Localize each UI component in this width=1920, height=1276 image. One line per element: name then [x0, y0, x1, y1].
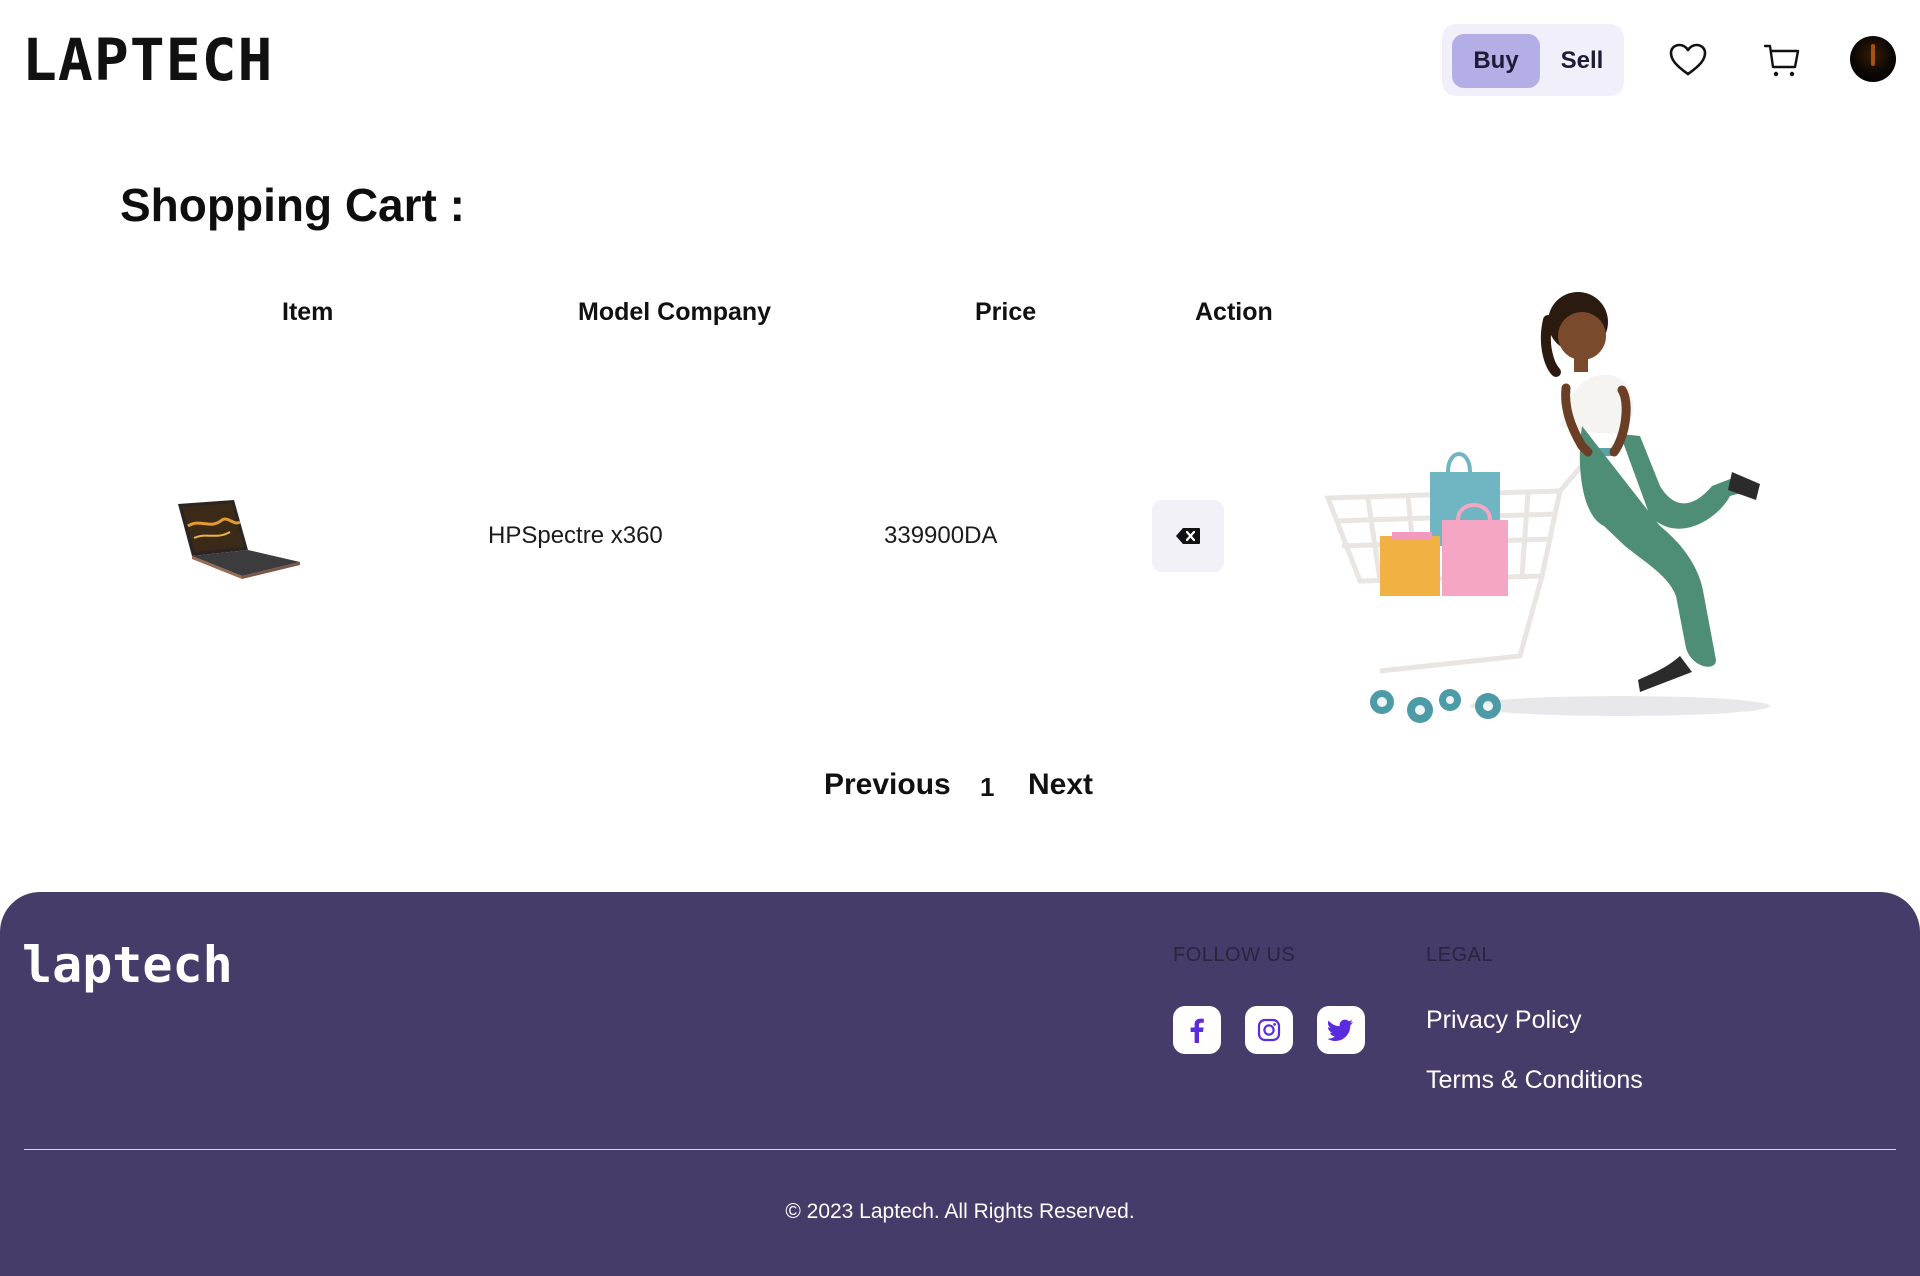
heart-icon[interactable] [1664, 36, 1712, 84]
copyright-text: © 2023 Laptech. All Rights Reserved. [785, 1200, 1135, 1223]
previous-page-button[interactable]: Previous [824, 768, 951, 802]
item-price: 339900DA [884, 522, 998, 549]
table-row: HPSpectre x360 339900DA [160, 470, 1280, 600]
legal-heading: LEGAL [1426, 944, 1493, 966]
footer: laptech FOLLOW US LEGAL Privacy Policy T… [0, 892, 1920, 1276]
column-header-price: Price [975, 298, 1037, 326]
avatar[interactable] [1850, 36, 1896, 82]
instagram-icon[interactable] [1245, 1006, 1293, 1054]
sell-toggle-button[interactable]: Sell [1546, 34, 1618, 88]
shopping-woman-illustration [1324, 292, 1770, 723]
page-number[interactable]: 1 [980, 772, 994, 803]
facebook-icon[interactable] [1173, 1006, 1221, 1054]
column-header-model-company: Model Company [578, 298, 772, 326]
item-model: HPSpectre x360 [488, 522, 663, 549]
twitter-icon[interactable] [1317, 1006, 1365, 1054]
svg-text:laptech: laptech [22, 938, 232, 994]
page-title: Shopping Cart : [120, 179, 465, 231]
next-page-button[interactable]: Next [1028, 768, 1093, 802]
footer-laptech-logo[interactable]: laptech [22, 938, 232, 994]
footer-divider [24, 1149, 1896, 1150]
laptech-logo[interactable]: LAPTECH [22, 30, 278, 90]
backspace-delete-icon [1176, 528, 1200, 544]
column-header-item: Item [282, 298, 334, 326]
follow-us-heading: FOLLOW US [1173, 944, 1296, 966]
terms-conditions-link[interactable]: Terms & Conditions [1426, 1066, 1643, 1095]
column-header-action: Action [1195, 298, 1273, 326]
cart-icon[interactable] [1758, 36, 1806, 84]
header: LAPTECH Buy Sell [0, 0, 1920, 120]
buy-sell-toggle: Buy Sell [1442, 24, 1624, 96]
laptop-image [178, 500, 300, 579]
remove-item-button[interactable] [1152, 500, 1224, 572]
buy-toggle-button[interactable]: Buy [1452, 34, 1540, 88]
svg-text:LAPTECH: LAPTECH [22, 30, 273, 90]
privacy-policy-link[interactable]: Privacy Policy [1426, 1006, 1582, 1035]
